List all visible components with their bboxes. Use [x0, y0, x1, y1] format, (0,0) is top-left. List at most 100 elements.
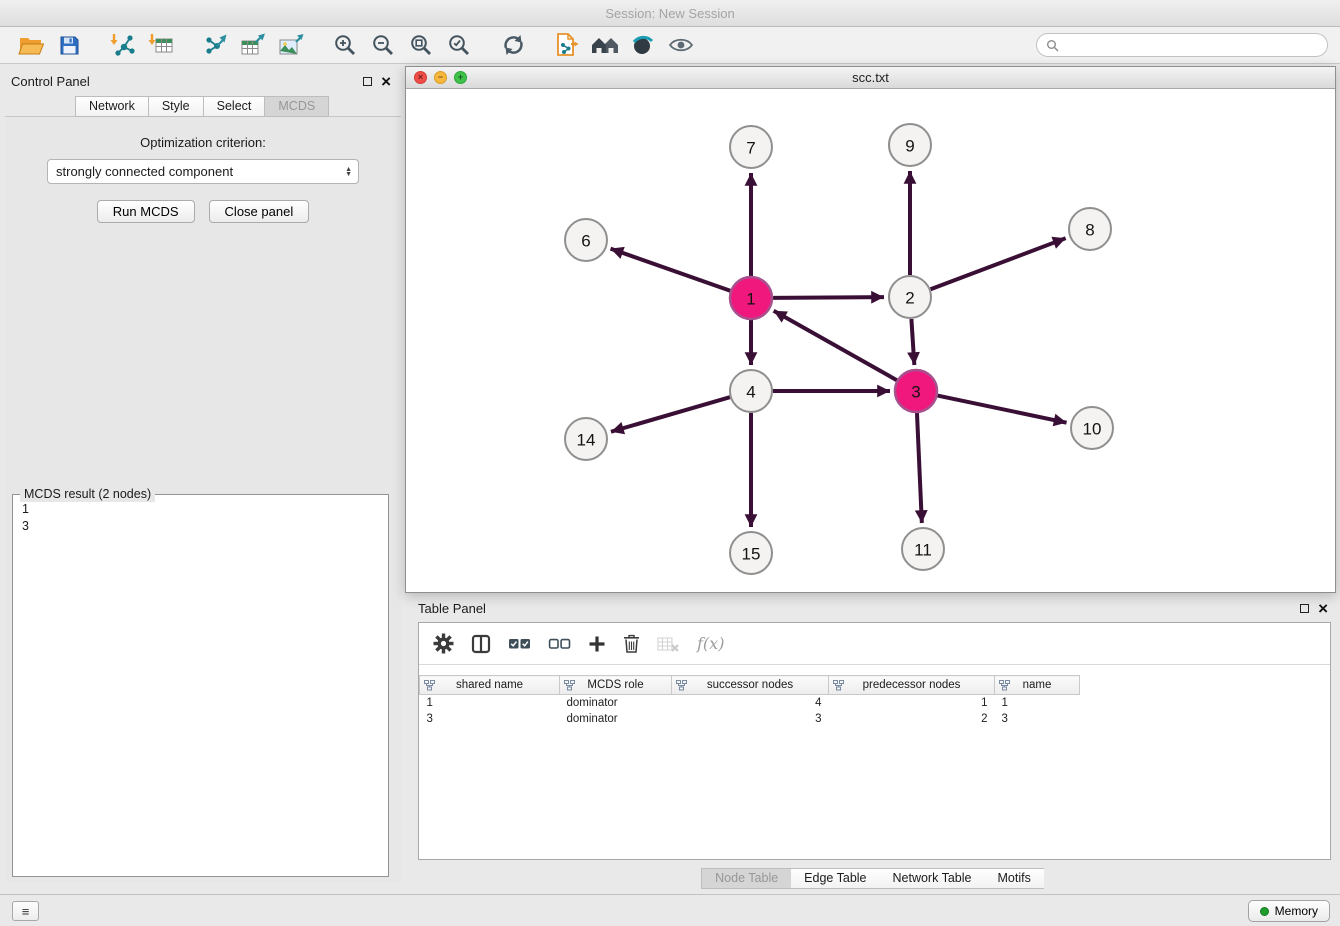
- table-cell[interactable]: 3: [672, 711, 829, 727]
- column-edit-icon: [833, 680, 844, 691]
- network-graph[interactable]: 7 9 6 8 1 2 4 3 14 10 15 11: [406, 89, 1335, 592]
- graph-node-label: 14: [577, 431, 596, 450]
- column-header-name[interactable]: name: [995, 676, 1080, 695]
- close-table-panel-icon[interactable]: ×: [1318, 600, 1328, 617]
- function-builder-button[interactable]: f(x): [697, 634, 724, 653]
- tab-node-table[interactable]: Node Table: [701, 868, 791, 889]
- search-box[interactable]: [1036, 33, 1328, 57]
- column-header-label: name: [1023, 679, 1052, 691]
- optimization-criterion-label: Optimization criterion:: [5, 135, 401, 150]
- column-header-successor-nodes[interactable]: successor nodes: [672, 676, 829, 695]
- style-button[interactable]: [624, 30, 662, 60]
- memory-button[interactable]: Memory: [1248, 900, 1330, 922]
- graph-edge-4-14[interactable]: [611, 397, 730, 432]
- graph-edge-3-1[interactable]: [774, 311, 897, 380]
- refresh-layout-button[interactable]: [494, 30, 532, 60]
- table-cell[interactable]: dominator: [560, 711, 672, 727]
- graph-node-7[interactable]: 7: [730, 126, 772, 168]
- graph-edge-2-3[interactable]: [911, 319, 914, 365]
- open-session-button[interactable]: [12, 30, 50, 60]
- tab-network[interactable]: Network: [75, 96, 148, 117]
- home-button[interactable]: [586, 30, 624, 60]
- float-table-panel-icon[interactable]: [1300, 604, 1309, 613]
- graph-node-9[interactable]: 9: [889, 124, 931, 166]
- table-cell[interactable]: 2: [829, 711, 995, 727]
- import-network-button[interactable]: [104, 30, 142, 60]
- tab-edge-table[interactable]: Edge Table: [791, 868, 879, 889]
- network-window-titlebar[interactable]: × − + scc.txt: [406, 67, 1335, 89]
- export-network-button[interactable]: [196, 30, 234, 60]
- select-all-button[interactable]: [508, 637, 531, 651]
- graph-node-label: 4: [746, 383, 755, 402]
- close-panel-button[interactable]: Close panel: [209, 200, 310, 223]
- zoom-in-button[interactable]: [326, 30, 364, 60]
- table-row[interactable]: 3dominator323: [420, 711, 1080, 727]
- table-cell[interactable]: 1: [995, 695, 1080, 711]
- graph-node-4[interactable]: 4: [730, 370, 772, 412]
- table-panel: Table Panel × f(x) shared nameMCDS roles…: [405, 595, 1340, 891]
- close-panel-icon[interactable]: ×: [381, 73, 391, 90]
- graph-edge-3-10[interactable]: [938, 396, 1067, 423]
- graph-edge-1-6[interactable]: [611, 249, 731, 291]
- graph-edge-3-11[interactable]: [917, 413, 922, 523]
- graph-node-14[interactable]: 14: [565, 418, 607, 460]
- table-cell[interactable]: 3: [995, 711, 1080, 727]
- tab-motifs[interactable]: Motifs: [984, 868, 1043, 889]
- graph-node-8[interactable]: 8: [1069, 208, 1111, 250]
- show-columns-button[interactable]: [471, 634, 491, 654]
- control-panel-tabs: Network Style Select MCDS: [75, 96, 329, 117]
- column-edit-icon: [999, 680, 1010, 691]
- table-row[interactable]: 1dominator411: [420, 695, 1080, 711]
- graph-node-label: 7: [746, 139, 755, 158]
- maximize-window-icon[interactable]: +: [454, 71, 467, 84]
- graph-node-1[interactable]: 1: [730, 277, 772, 319]
- export-image-button[interactable]: [272, 30, 310, 60]
- session-document-button[interactable]: [548, 30, 586, 60]
- show-hide-button[interactable]: [662, 30, 700, 60]
- graph-node-10[interactable]: 10: [1071, 407, 1113, 449]
- tab-mcds[interactable]: MCDS: [264, 96, 329, 117]
- add-row-button[interactable]: [588, 635, 606, 653]
- tab-style[interactable]: Style: [148, 96, 203, 117]
- zoom-out-button[interactable]: [364, 30, 402, 60]
- graph-node-label: 2: [905, 289, 914, 308]
- run-mcds-button[interactable]: Run MCDS: [97, 200, 195, 223]
- zoom-fit-button[interactable]: [402, 30, 440, 60]
- delete-row-button[interactable]: [623, 634, 640, 653]
- column-header-MCDS-role[interactable]: MCDS role: [560, 676, 672, 695]
- delete-table-button[interactable]: [657, 635, 680, 653]
- graph-node-2[interactable]: 2: [889, 276, 931, 318]
- table-cell[interactable]: 1: [420, 695, 560, 711]
- graph-node-15[interactable]: 15: [730, 532, 772, 574]
- graph-node-11[interactable]: 11: [902, 528, 944, 570]
- window-titlebar[interactable]: Session: New Session: [0, 0, 1340, 27]
- tab-network-table[interactable]: Network Table: [880, 868, 985, 889]
- column-header-shared-name[interactable]: shared name: [420, 676, 560, 695]
- minimize-window-icon[interactable]: −: [434, 71, 447, 84]
- graph-node-6[interactable]: 6: [565, 219, 607, 261]
- column-header-predecessor-nodes[interactable]: predecessor nodes: [829, 676, 995, 695]
- table-settings-button[interactable]: [433, 633, 454, 654]
- deselect-all-button[interactable]: [548, 637, 571, 651]
- table-cell[interactable]: 1: [829, 695, 995, 711]
- search-input[interactable]: [1065, 38, 1318, 52]
- import-table-button[interactable]: [142, 30, 180, 60]
- graph-edge-1-2[interactable]: [773, 297, 884, 298]
- list-icon: ≡: [22, 904, 30, 919]
- table-cell[interactable]: dominator: [560, 695, 672, 711]
- zoom-selected-button[interactable]: [440, 30, 478, 60]
- table-cell[interactable]: 4: [672, 695, 829, 711]
- graph-node-3[interactable]: 3: [895, 370, 937, 412]
- tab-select[interactable]: Select: [203, 96, 265, 117]
- control-panel: Control Panel × Network Style Select MCD…: [5, 66, 401, 882]
- criterion-dropdown[interactable]: strongly connected component ▲▼: [47, 159, 359, 184]
- graph-edge-2-8[interactable]: [931, 238, 1066, 289]
- export-table-button[interactable]: [234, 30, 272, 60]
- table-cell[interactable]: 3: [420, 711, 560, 727]
- close-window-icon[interactable]: ×: [414, 71, 427, 84]
- save-session-button[interactable]: [50, 30, 88, 60]
- network-view-window[interactable]: × − + scc.txt 7 9 6 8 1 2 4 3 14 10 15 11: [405, 66, 1336, 593]
- network-canvas[interactable]: 7 9 6 8 1 2 4 3 14 10 15 11: [406, 89, 1335, 592]
- float-panel-icon[interactable]: [363, 77, 372, 86]
- task-history-button[interactable]: ≡: [12, 901, 39, 921]
